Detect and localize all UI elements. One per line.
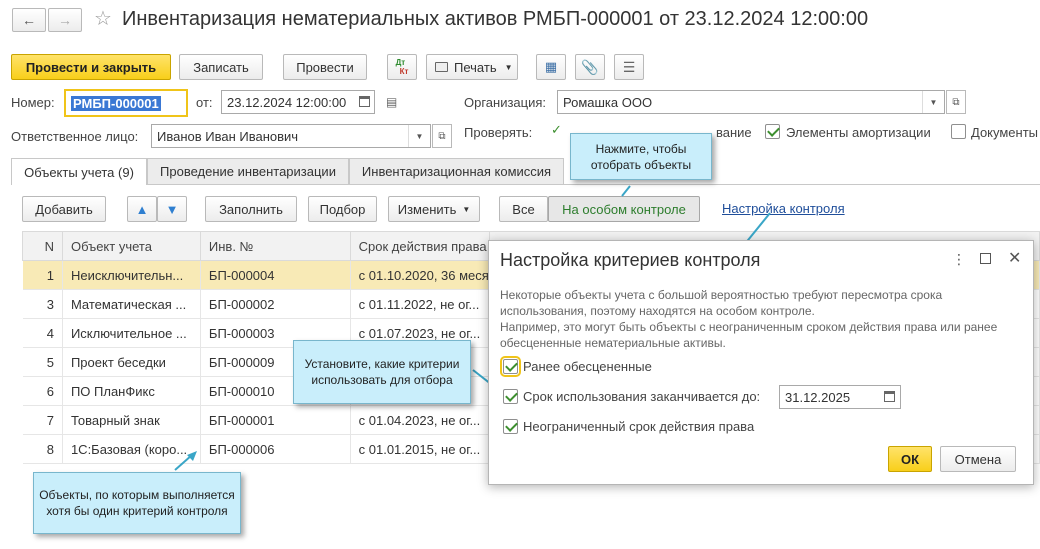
callout-set-criteria: Установите, какие критерии использовать …: [293, 340, 471, 404]
unlimited-term-label: Неограниченный срок действия права: [523, 419, 755, 434]
calendar-icon[interactable]: [884, 391, 895, 402]
unlimited-term-checkbox[interactable]: [503, 419, 518, 434]
callout-select-objects: Нажмите, чтобы отобрать объекты: [570, 133, 712, 180]
term-end-date-field[interactable]: 31.12.2025: [779, 385, 901, 409]
more-actions-icon[interactable]: ⋮: [952, 251, 966, 268]
callout-objects-note: Объекты, по которым выполняется хотя бы …: [33, 472, 241, 534]
previously-impaired-checkbox[interactable]: [500, 356, 521, 377]
ok-button[interactable]: ОК: [888, 446, 932, 472]
control-criteria-dialog: Настройка критериев контроля ⋮ ✕ Некотор…: [488, 240, 1034, 485]
dialog-description: Некоторые объекты учета с большой вероят…: [500, 288, 998, 350]
maximize-icon[interactable]: [980, 253, 991, 264]
previously-impaired-label: Ранее обесцененные: [523, 359, 652, 374]
dialog-title: Настройка критериев контроля: [500, 250, 761, 270]
usage-term-ends-checkbox[interactable]: [503, 389, 518, 404]
cancel-button[interactable]: Отмена: [940, 446, 1016, 472]
close-icon[interactable]: ✕: [1008, 248, 1021, 268]
usage-term-ends-label: Срок использования заканчивается до:: [523, 389, 761, 404]
